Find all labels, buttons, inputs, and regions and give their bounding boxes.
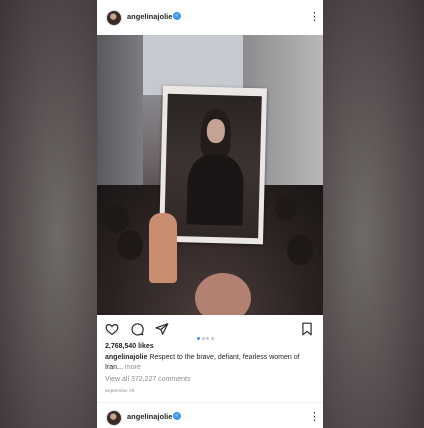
- view-comments-link[interactable]: View all 372,227 comments: [105, 376, 190, 383]
- poster-body: [186, 154, 245, 226]
- caption-more-link[interactable]: more: [125, 364, 141, 371]
- crowd-head: [287, 235, 313, 265]
- comment-icon[interactable]: [130, 322, 144, 336]
- likes-count[interactable]: 2,768,540 likes: [105, 343, 154, 350]
- avatar[interactable]: [106, 10, 122, 26]
- more-options-icon[interactable]: ⋮: [309, 10, 320, 24]
- crowd-head: [117, 230, 143, 260]
- avatar[interactable]: [106, 410, 122, 426]
- post-header: angelinajolie ✓ ⋮: [97, 0, 323, 35]
- foreground-face: [195, 273, 251, 315]
- right-blur-background: [322, 0, 424, 428]
- post-actions-bar: [97, 318, 323, 340]
- post-username[interactable]: angelinajolie: [127, 12, 172, 21]
- left-blur-background: [0, 0, 97, 428]
- raised-hand: [149, 213, 177, 283]
- carousel-dot: [210, 337, 214, 340]
- post-image[interactable]: [97, 35, 323, 315]
- crowd-head: [275, 195, 297, 221]
- instagram-post: angelinajolie ✓ ⋮ 2,768,540 likes angeli…: [97, 0, 323, 428]
- bookmark-icon[interactable]: [300, 322, 314, 336]
- share-icon[interactable]: [155, 322, 169, 336]
- crowd-head: [105, 205, 129, 233]
- heart-icon[interactable]: [105, 322, 119, 336]
- next-post-username[interactable]: angelinajolie: [127, 412, 172, 421]
- carousel-dot: [201, 337, 205, 340]
- caption-username[interactable]: angelinajolie: [105, 354, 147, 361]
- verified-icon: ✓: [173, 12, 181, 20]
- carousel-dot: [197, 337, 200, 340]
- more-options-icon[interactable]: ⋮: [309, 410, 320, 424]
- verified-icon: ✓: [173, 412, 181, 420]
- carousel-dot: [206, 337, 209, 340]
- post-date: September 29: [105, 388, 135, 393]
- carousel-indicator: [197, 327, 215, 345]
- poster-face: [206, 118, 226, 144]
- poster-photo: [164, 93, 262, 239]
- photo-building-left: [97, 35, 143, 205]
- post-caption: angelinajolie Respect to the brave, defi…: [105, 353, 317, 373]
- next-post-header: angelinajolie ✓ ⋮: [97, 402, 323, 428]
